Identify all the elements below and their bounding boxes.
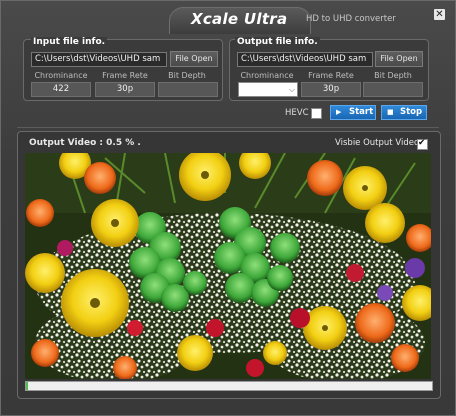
output-bit-depth-label: Bit Depth	[374, 71, 412, 80]
output-chrominance-select[interactable]: ⌵	[238, 82, 298, 97]
conversion-progress-bar	[25, 381, 433, 391]
input-group-title: Input file info.	[31, 37, 108, 47]
app-title: Xcale Ultra	[191, 10, 288, 28]
app-window: Xcale Ultra HD to UHD converter ✕ Input …	[0, 0, 456, 416]
divider	[17, 127, 439, 128]
hevc-checkbox[interactable]	[311, 108, 322, 119]
stop-label: Stop	[400, 107, 423, 117]
input-frame-rate-value: 30p	[95, 82, 155, 97]
output-file-open-button[interactable]: File Open	[375, 51, 423, 67]
progress-fill	[26, 382, 29, 390]
output-bit-depth-value	[363, 82, 423, 97]
input-path-field[interactable]: C:\Users\dst\Videos\UHD sam	[31, 52, 167, 67]
output-frame-rate-label: Frame Rete	[308, 71, 354, 80]
visible-output-label: Visbie Output Video	[335, 138, 420, 148]
title-bar[interactable]: Xcale Ultra HD to UHD converter ✕	[1, 1, 455, 34]
input-file-open-button[interactable]: File Open	[170, 51, 218, 67]
close-icon[interactable]: ✕	[434, 9, 445, 20]
hevc-label: HEVC	[285, 108, 309, 118]
chevron-down-icon: ⌵	[288, 85, 295, 94]
flower-arrangement-image	[25, 153, 431, 379]
output-chrominance-label: Chrominance	[240, 71, 294, 80]
input-bit-depth-label: Bit Depth	[168, 71, 206, 80]
video-preview	[25, 153, 431, 379]
output-frame-rate-value: 30p	[301, 82, 361, 97]
input-bit-depth-value	[158, 82, 218, 97]
stop-button[interactable]: ■ Stop	[381, 105, 427, 120]
stop-icon: ■	[387, 108, 394, 116]
start-label: Start	[349, 107, 374, 117]
output-group-title: Output file info.	[235, 37, 320, 47]
output-video-status: Output Video : 0.5 % .	[29, 138, 141, 148]
output-path-field[interactable]: C:\Users\dst\Videos\UHD sam	[237, 52, 373, 67]
input-chrominance-label: Chrominance	[34, 71, 88, 80]
play-icon: ▶	[336, 108, 342, 116]
start-button[interactable]: ▶ Start	[330, 105, 376, 120]
input-chrominance-value: 422	[31, 82, 91, 97]
input-frame-rate-label: Frame Rete	[102, 71, 148, 80]
app-subtitle: HD to UHD converter	[306, 14, 396, 24]
visible-output-checkbox[interactable]	[417, 138, 428, 150]
